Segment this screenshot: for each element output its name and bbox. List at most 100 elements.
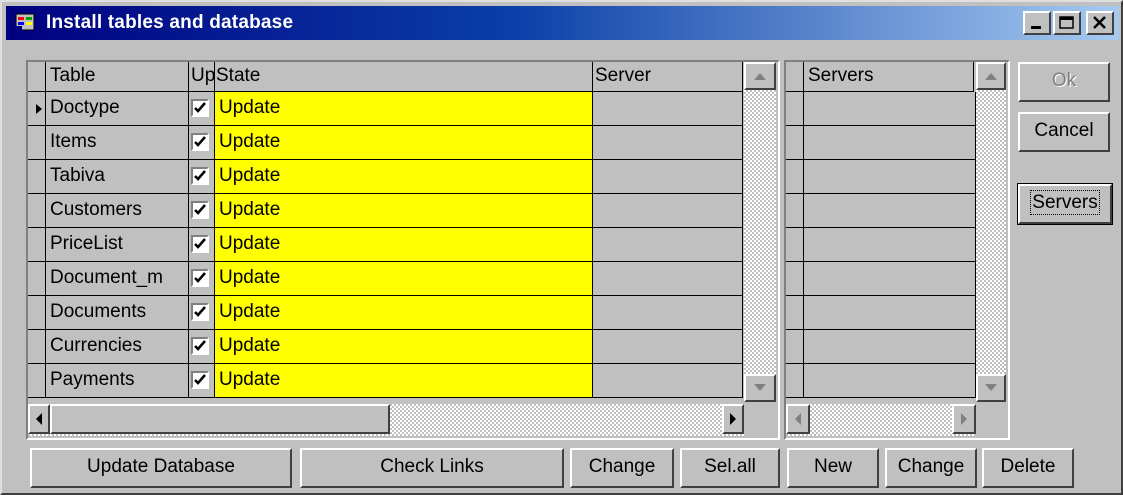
scroll-down-button[interactable]: [744, 374, 776, 402]
table-name-cell[interactable]: Items: [46, 126, 189, 160]
server-cell[interactable]: [593, 296, 743, 330]
server-row-indicator[interactable]: [786, 160, 804, 194]
minimize-button[interactable]: [1023, 11, 1051, 35]
servers-scroll-down-button[interactable]: [976, 374, 1006, 402]
state-cell[interactable]: Update: [215, 364, 593, 398]
servers-cell[interactable]: [804, 296, 976, 330]
column-header-update[interactable]: Up: [189, 62, 215, 92]
state-cell[interactable]: Update: [215, 262, 593, 296]
servers-scroll-up-button[interactable]: [976, 62, 1006, 90]
row-indicator[interactable]: [28, 296, 46, 330]
server-row-indicator[interactable]: [786, 228, 804, 262]
server-row-indicator[interactable]: [786, 330, 804, 364]
cancel-button[interactable]: Cancel: [1018, 112, 1110, 152]
title-bar[interactable]: Install tables and database: [6, 6, 1119, 40]
row-indicator[interactable]: [28, 364, 46, 398]
table-name-cell[interactable]: Payments: [46, 364, 189, 398]
server-row-indicator[interactable]: [786, 364, 804, 398]
checkmark-icon: [194, 136, 206, 147]
table-name-cell[interactable]: Document_m: [46, 262, 189, 296]
column-header-state[interactable]: State: [215, 62, 593, 92]
checkmark-icon: [194, 238, 206, 249]
row-indicator[interactable]: [28, 228, 46, 262]
state-cell[interactable]: Update: [215, 228, 593, 262]
row-indicator[interactable]: [28, 262, 46, 296]
server-cell[interactable]: [593, 262, 743, 296]
servers-button[interactable]: Servers: [1017, 183, 1113, 225]
server-cell[interactable]: [593, 228, 743, 262]
check-links-button[interactable]: Check Links: [300, 448, 564, 488]
servers-cell[interactable]: [804, 194, 976, 228]
servers-cell[interactable]: [804, 160, 976, 194]
server-cell[interactable]: [593, 160, 743, 194]
delete-button[interactable]: Delete: [982, 448, 1074, 488]
state-cell[interactable]: Update: [215, 194, 593, 228]
column-header-server[interactable]: Server: [593, 62, 743, 92]
checkmark-icon: [194, 340, 206, 351]
column-header-servers[interactable]: Servers: [804, 62, 974, 92]
server-cell[interactable]: [593, 364, 743, 398]
update-checkbox[interactable]: [191, 269, 209, 287]
install-dialog-window: Install tables and database Table Up Sta…: [0, 0, 1123, 495]
servers-cell[interactable]: [804, 330, 976, 364]
column-header-table[interactable]: Table: [46, 62, 189, 92]
servers-scroll-left-button[interactable]: [786, 404, 810, 434]
update-checkbox[interactable]: [191, 337, 209, 355]
update-checkbox[interactable]: [191, 371, 209, 389]
state-cell[interactable]: Update: [215, 126, 593, 160]
scroll-thumb[interactable]: [50, 404, 390, 434]
servers-cell[interactable]: [804, 228, 976, 262]
row-indicator[interactable]: [28, 126, 46, 160]
close-button[interactable]: [1086, 11, 1114, 35]
row-indicator[interactable]: [28, 194, 46, 228]
server-cell[interactable]: [593, 194, 743, 228]
update-database-button[interactable]: Update Database: [30, 448, 292, 488]
servers-horizontal-scrollbar[interactable]: [786, 404, 976, 436]
state-cell[interactable]: Update: [215, 296, 593, 330]
maximize-button[interactable]: [1053, 11, 1081, 35]
row-indicator[interactable]: [28, 160, 46, 194]
update-checkbox[interactable]: [191, 235, 209, 253]
update-checkbox[interactable]: [191, 201, 209, 219]
tables-vertical-scrollbar[interactable]: [744, 62, 776, 402]
change-button[interactable]: Change: [570, 448, 674, 488]
current-row-arrow-icon: [36, 104, 42, 114]
scroll-left-button[interactable]: [28, 404, 50, 434]
update-checkbox[interactable]: [191, 99, 209, 117]
row-indicator-header: [28, 62, 46, 92]
scroll-up-button[interactable]: [744, 62, 776, 90]
row-indicator[interactable]: [28, 330, 46, 364]
table-name-cell[interactable]: Documents: [46, 296, 189, 330]
state-cell[interactable]: Update: [215, 92, 593, 126]
server-row-indicator[interactable]: [786, 126, 804, 160]
state-cell[interactable]: Update: [215, 160, 593, 194]
servers-cell[interactable]: [804, 262, 976, 296]
row-indicator[interactable]: [28, 92, 46, 126]
table-name-cell[interactable]: Doctype: [46, 92, 189, 126]
update-checkbox[interactable]: [191, 133, 209, 151]
table-name-cell[interactable]: Customers: [46, 194, 189, 228]
server-row-indicator[interactable]: [786, 296, 804, 330]
change-server-button[interactable]: Change: [885, 448, 977, 488]
table-name-cell[interactable]: Currencies: [46, 330, 189, 364]
table-name-cell[interactable]: Tabiva: [46, 160, 189, 194]
table-name-cell[interactable]: PriceList: [46, 228, 189, 262]
new-button[interactable]: New: [787, 448, 879, 488]
select-all-button[interactable]: Sel.all: [680, 448, 780, 488]
servers-cell[interactable]: [804, 92, 976, 126]
scroll-right-button[interactable]: [722, 404, 744, 434]
servers-vertical-scrollbar[interactable]: [976, 62, 1006, 402]
server-cell[interactable]: [593, 126, 743, 160]
server-row-indicator[interactable]: [786, 194, 804, 228]
servers-cell[interactable]: [804, 126, 976, 160]
server-cell[interactable]: [593, 92, 743, 126]
update-checkbox[interactable]: [191, 303, 209, 321]
server-row-indicator[interactable]: [786, 92, 804, 126]
servers-cell[interactable]: [804, 364, 976, 398]
server-cell[interactable]: [593, 330, 743, 364]
server-row-indicator[interactable]: [786, 262, 804, 296]
ok-button[interactable]: Ok: [1018, 62, 1110, 102]
servers-scroll-right-button[interactable]: [952, 404, 976, 434]
state-cell[interactable]: Update: [215, 330, 593, 364]
update-checkbox[interactable]: [191, 167, 209, 185]
